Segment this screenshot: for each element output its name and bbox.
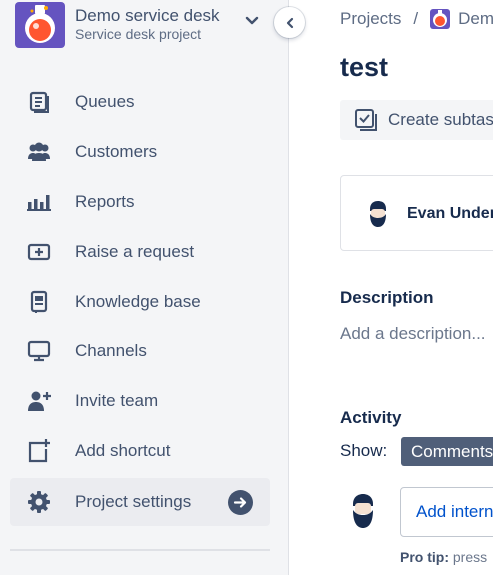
customers-icon — [26, 140, 52, 164]
create-subtask-button[interactable]: Create subtask — [340, 100, 493, 140]
comments-filter-label: Comments — [411, 442, 493, 461]
show-label: Show: — [340, 441, 388, 460]
project-name: Demo service desk — [75, 6, 220, 25]
breadcrumb-projects-link[interactable]: Projects — [340, 9, 401, 29]
add-shortcut-icon — [26, 439, 52, 463]
raise-request-icon — [26, 240, 52, 264]
pro-tip: Pro tip: press — [400, 549, 487, 565]
channels-icon — [26, 339, 52, 363]
pro-tip-label: Pro tip: — [400, 549, 449, 565]
sidebar-item-label: Project settings — [75, 492, 192, 511]
arrow-right-icon[interactable] — [228, 490, 253, 515]
potion-flask-icon — [15, 2, 65, 48]
assignee-card[interactable]: Evan Underwood — [340, 175, 493, 251]
breadcrumb-project-link[interactable]: Demo — [458, 9, 493, 29]
sidebar-item-label: Channels — [75, 341, 147, 360]
add-internal-note-label: Add internal note — [416, 502, 493, 521]
issue-title[interactable]: test — [340, 52, 388, 83]
sidebar-item-label: Knowledge base — [75, 292, 201, 311]
sidebar-item-queues[interactable]: Queues — [10, 78, 270, 126]
assignee-name: Evan Underwood — [407, 205, 493, 222]
activity-heading: Activity — [340, 408, 402, 427]
sidebar-item-add-shortcut[interactable]: Add shortcut — [10, 427, 270, 475]
knowledge-base-icon — [26, 290, 52, 314]
avatar — [353, 494, 373, 528]
sidebar-item-label: Customers — [75, 142, 158, 161]
avatar — [370, 201, 386, 227]
gear-icon — [26, 490, 52, 514]
breadcrumb-separator: / — [413, 9, 419, 28]
project-type: Service desk project — [75, 26, 202, 42]
sidebar: Demo service desk Service desk project Q… — [0, 0, 289, 575]
breadcrumb: Projects / Demo — [340, 9, 493, 29]
sidebar-item-label: Add shortcut — [75, 441, 171, 460]
comments-filter-button[interactable]: Comments — [401, 437, 493, 466]
sidebar-item-invite-team[interactable]: Invite team — [10, 377, 270, 425]
sidebar-item-project-settings[interactable]: Project settings — [10, 478, 270, 526]
chevron-down-icon[interactable] — [245, 14, 259, 28]
project-header[interactable]: Demo service desk Service desk project — [15, 2, 265, 48]
sidebar-item-label: Raise a request — [75, 242, 195, 261]
sidebar-item-channels[interactable]: Channels — [10, 327, 270, 375]
sidebar-divider — [10, 549, 270, 551]
pro-tip-text: press — [452, 549, 488, 565]
potion-flask-icon — [430, 9, 451, 29]
create-subtask-label: Create subtask — [388, 110, 493, 129]
description-heading: Description — [340, 288, 434, 307]
add-internal-note-button[interactable]: Add internal note — [400, 487, 493, 537]
description-field[interactable]: Add a description... — [340, 324, 486, 344]
checkbox-subtask-icon — [355, 109, 377, 131]
sidebar-item-reports[interactable]: Reports — [10, 178, 270, 226]
sidebar-item-label: Invite team — [75, 391, 159, 410]
invite-team-icon — [26, 389, 52, 413]
sidebar-item-label: Reports — [75, 192, 135, 211]
chevron-left-icon — [286, 17, 293, 28]
reports-icon — [26, 190, 52, 214]
sidebar-item-label: Queues — [75, 92, 135, 111]
issue-view: Projects / Demo test Create subtask Evan… — [290, 0, 493, 575]
sidebar-item-raise-request[interactable]: Raise a request — [10, 228, 270, 276]
collapse-sidebar-button[interactable] — [274, 7, 305, 38]
sidebar-item-knowledge-base[interactable]: Knowledge base — [10, 278, 270, 326]
queues-icon — [26, 90, 52, 114]
sidebar-item-customers[interactable]: Customers — [10, 128, 270, 176]
